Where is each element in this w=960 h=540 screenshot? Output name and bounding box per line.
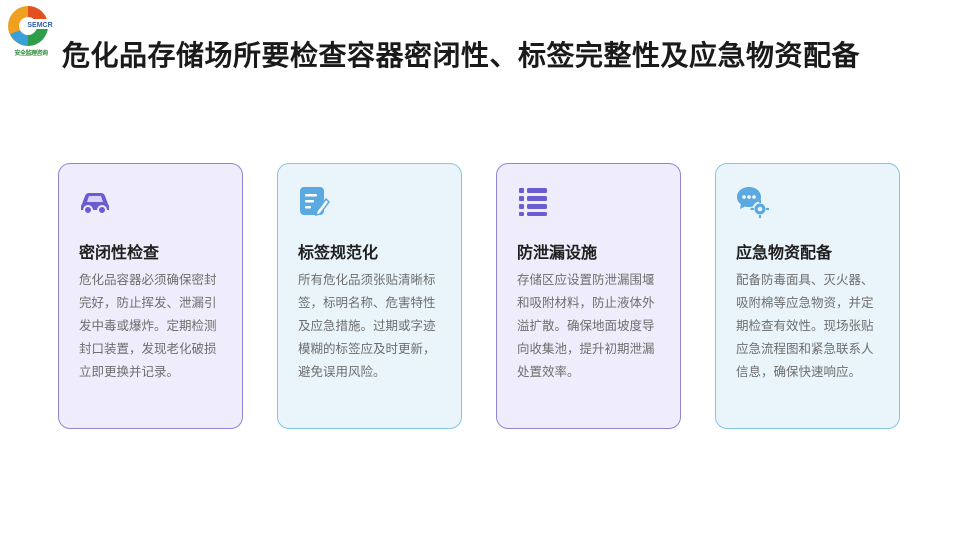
card-body: 所有危化品须张贴清晰标签，标明名称、危害特性及应急措施。过期或字迹模糊的标签应及…: [298, 272, 436, 379]
page-title: 危化品存储场所要检查容器密闭性、标签完整性及应急物资配备: [62, 39, 861, 72]
card-body: 危化品容器必须确保密封完好，防止挥发、泄漏引发中毒或爆炸。定期检测封口装置，发现…: [79, 272, 217, 379]
logo-icon: SEMCR: [8, 6, 54, 46]
slide: SEMCR 安全监理咨询 危化品存储场所要检查容器密闭性、标签完整性及应急物资配…: [0, 0, 960, 540]
edit-document-icon: [297, 184, 331, 218]
card-heading: 标签规范化: [298, 243, 379, 262]
card-sealing-check: 密闭性检查 危化品容器必须确保密封完好，防止挥发、泄漏引发中毒或爆炸。定期检测封…: [58, 163, 243, 429]
card-heading: 密闭性检查: [79, 243, 160, 262]
logo-caption: 安全监理咨询: [14, 50, 48, 57]
card-heading: 防泄漏设施: [517, 243, 598, 262]
card-leak-prevention: 防泄漏设施 存储区应设置防泄漏围堰和吸附材料，防止液体外溢扩散。确保地面坡度导向…: [496, 163, 681, 429]
card-heading: 应急物资配备: [736, 243, 833, 262]
card-body: 配备防毒面具、灭火器、吸附棉等应急物资，并定期检查有效性。现场张贴应急流程图和紧…: [736, 272, 874, 379]
card-emergency-supplies: 应急物资配备 配备防毒面具、灭火器、吸附棉等应急物资，并定期检查有效性。现场张贴…: [715, 163, 900, 429]
card-body: 存储区应设置防泄漏围堰和吸附材料，防止液体外溢扩散。确保地面坡度导向收集池，提升…: [517, 272, 655, 379]
svg-text:SEMCR: SEMCR: [27, 22, 52, 29]
company-logo: SEMCR 安全监理咨询: [6, 4, 56, 62]
car-icon: [78, 184, 112, 218]
chat-settings-icon: [735, 184, 770, 219]
list-icon: [516, 184, 550, 218]
card-label-standard: 标签规范化 所有危化品须张贴清晰标签，标明名称、危害特性及应急措施。过期或字迹模…: [277, 163, 462, 429]
